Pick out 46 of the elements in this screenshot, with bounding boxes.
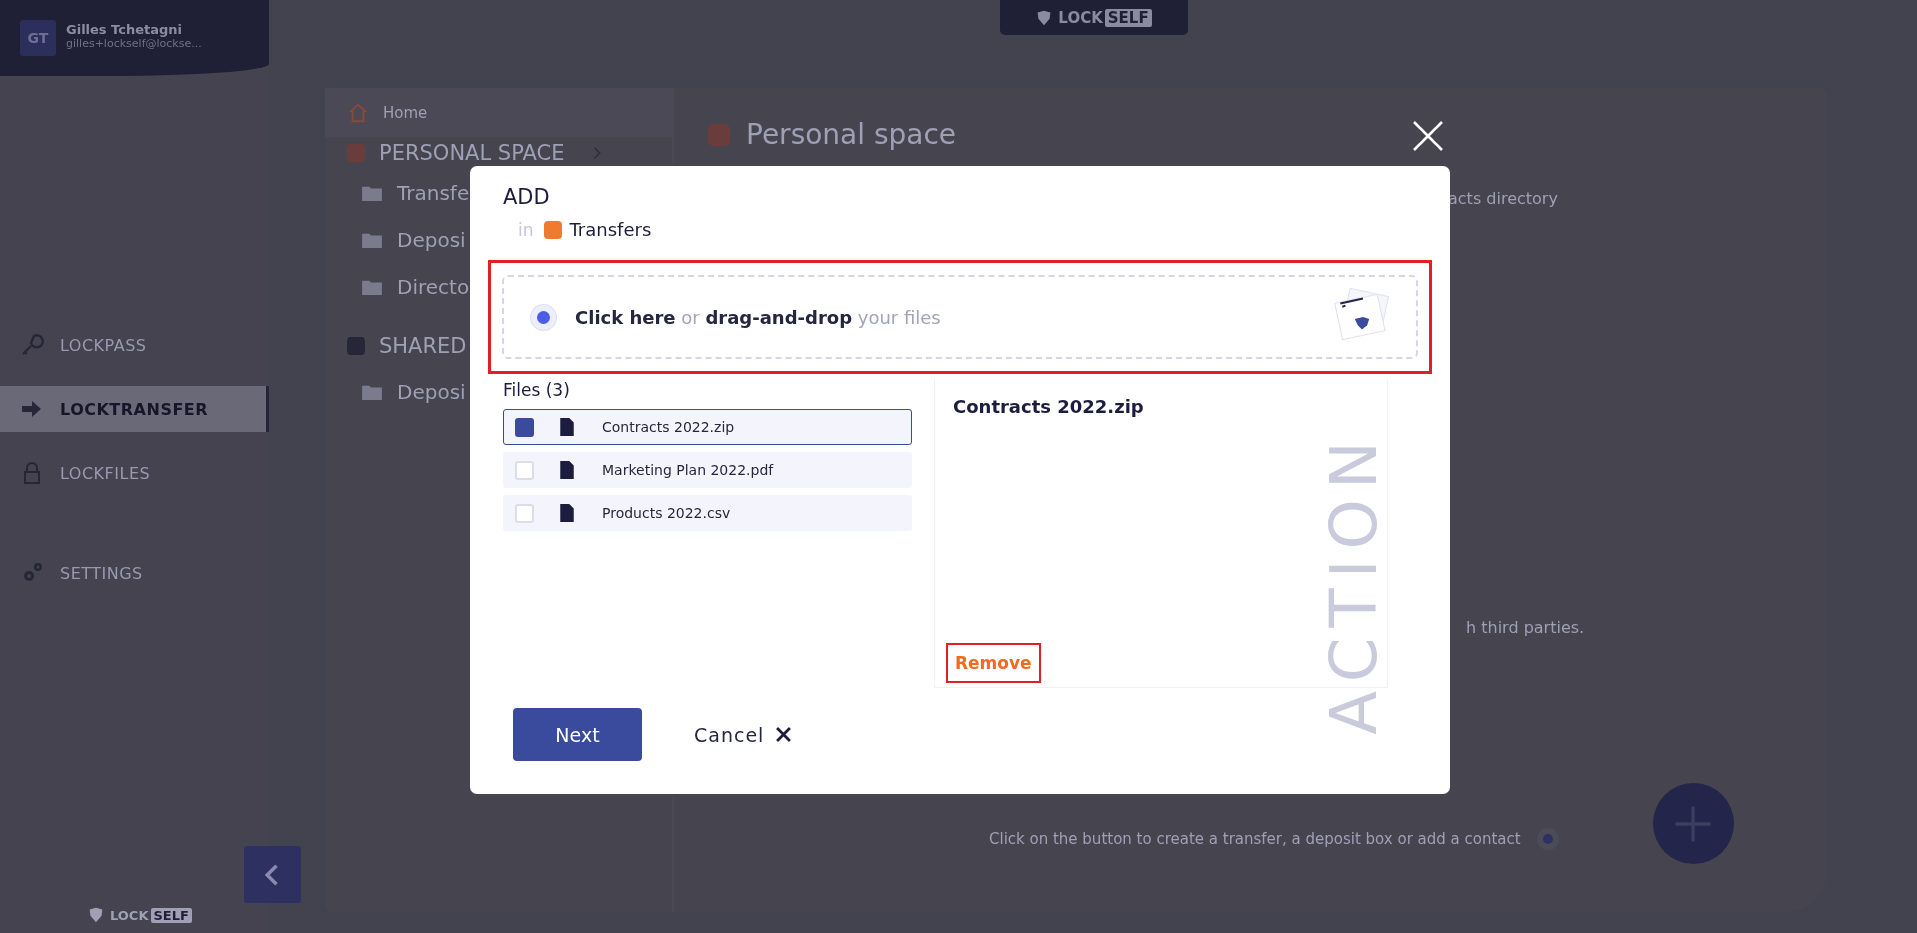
file-name: Marketing Plan 2022.pdf — [602, 462, 774, 478]
in-label: in — [518, 219, 534, 240]
dialog-title: ADD — [503, 185, 551, 209]
cancel-button[interactable]: Cancel — [694, 723, 792, 746]
file-icon — [560, 504, 574, 522]
hint-text: Click on the button to create a transfer, a deposit box or add a contact — [989, 829, 1521, 848]
folder-name[interactable]: Deposi — [397, 227, 466, 252]
lockself-logo: LOCK SELF — [1036, 8, 1152, 27]
drop-zone-text: Click here or drag-and-drop your files — [575, 306, 941, 328]
user-avatar[interactable]: GT — [20, 20, 56, 56]
nav-item[interactable]: SETTINGS — [0, 550, 269, 596]
close-icon[interactable] — [1412, 120, 1444, 152]
folder-name: Transfers — [569, 219, 652, 240]
nav-item[interactable]: LOCKFILES — [0, 450, 269, 496]
file-row[interactable]: Marketing Plan 2022.pdf — [503, 452, 912, 488]
drop-zone[interactable]: Click here or drag-and-drop your files — [502, 275, 1418, 359]
file-name: Products 2022.csv — [602, 505, 731, 521]
checkbox[interactable] — [515, 417, 534, 437]
home-icon — [347, 101, 369, 124]
file-name: Contracts 2022.zip — [602, 419, 735, 435]
next-button[interactable]: Next — [513, 708, 642, 761]
home-link[interactable]: Home — [325, 88, 672, 137]
nav-item[interactable]: LOCKPASS — [0, 322, 269, 368]
files-heading: Files (3) — [503, 380, 571, 400]
chevron-icon[interactable] — [592, 146, 603, 160]
description-text: h third parties. — [1466, 618, 1585, 637]
remove-button[interactable]: Remove — [946, 643, 1041, 683]
user-email: gilles+lockself@lockse... — [66, 37, 202, 50]
folder-name[interactable]: Transfe — [397, 180, 470, 205]
nav-item[interactable]: LOCKTRANSFER — [0, 386, 269, 432]
file-icon — [560, 461, 574, 479]
file-icon — [560, 418, 574, 436]
close-icon — [776, 727, 792, 742]
file-row[interactable]: Contracts 2022.zip — [503, 409, 912, 445]
section-title[interactable]: SHARED — [379, 334, 467, 358]
folder-name[interactable]: Directo — [397, 274, 470, 299]
file-row[interactable]: Products 2022.csv — [503, 495, 912, 531]
folder-name[interactable]: Deposi — [397, 379, 466, 404]
key-icon — [20, 333, 44, 357]
description-text: acts directory — [1448, 189, 1558, 208]
page-title: Personal space — [746, 118, 957, 151]
preview-title: Contracts 2022.zip — [953, 396, 1144, 417]
lockself-logo: LOCK SELF — [88, 907, 269, 923]
user-name: Gilles Tchetagni — [66, 22, 184, 37]
section-title[interactable]: PERSONAL SPACE — [379, 141, 565, 165]
collapse-button[interactable] — [244, 846, 301, 903]
